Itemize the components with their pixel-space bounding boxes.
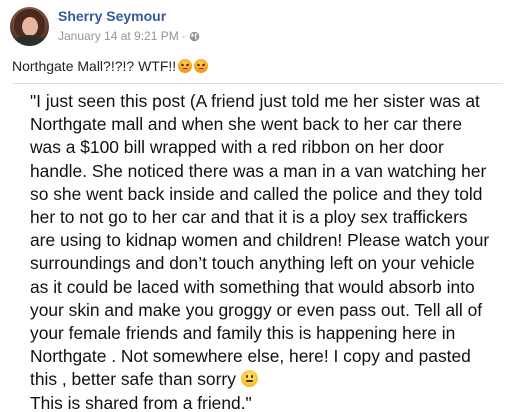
quote-line-with-emoji: this , better safe than sorry [30, 368, 500, 391]
quote-line: your female friends and family this is h… [30, 323, 456, 344]
quote-line: your skin and make you groggy or even pa… [30, 299, 483, 320]
quote-line: was a $100 bill wrapped with a red ribbo… [30, 137, 444, 158]
avatar-shoulders [13, 35, 46, 46]
confused-face-emoji [240, 370, 258, 388]
post-meta: January 14 at 9:21 PM · [58, 29, 200, 43]
angry-face-emoji [178, 59, 193, 73]
status-text: Northgate Mall?!?!? WTF!! [12, 58, 209, 74]
quote-line: handle. She noticed there was a man in a… [30, 160, 487, 181]
quote-line: as it could be laced with something that… [30, 276, 475, 297]
quote-line: are using to kidnap women and children! … [30, 230, 490, 251]
quote-line-text: this , better safe than sorry [30, 369, 241, 390]
quote-line: her to not go to her car and that it is … [30, 207, 468, 228]
quote-line: Northgate mall and when she went back to… [30, 114, 463, 135]
meta-separator: · [181, 29, 186, 43]
quote-line: surroundings and don’t touch anything le… [30, 253, 475, 274]
quote-line: so she went back inside and called the p… [30, 183, 483, 204]
angry-face-emoji [194, 59, 209, 73]
globe-icon[interactable] [189, 31, 200, 42]
quote-line: "I just seen this post (A friend just to… [30, 91, 480, 111]
timestamp[interactable]: January 14 at 9:21 PM [58, 29, 179, 43]
shared-text-image[interactable]: "I just seen this post (A friend just to… [12, 83, 503, 412]
facebook-post: Sherry Seymour January 14 at 9:21 PM · N… [0, 0, 517, 412]
author-name[interactable]: Sherry Seymour [58, 8, 166, 24]
quote-line: Northgate . Not somewhere else, here! I … [30, 346, 471, 367]
quote-line: This is shared from a friend." [30, 392, 252, 412]
quoted-text: "I just seen this post (A friend just to… [30, 90, 500, 412]
avatar-face [22, 17, 38, 36]
avatar[interactable] [10, 7, 49, 46]
status-message: Northgate Mall?!?!? WTF!! [12, 58, 177, 74]
